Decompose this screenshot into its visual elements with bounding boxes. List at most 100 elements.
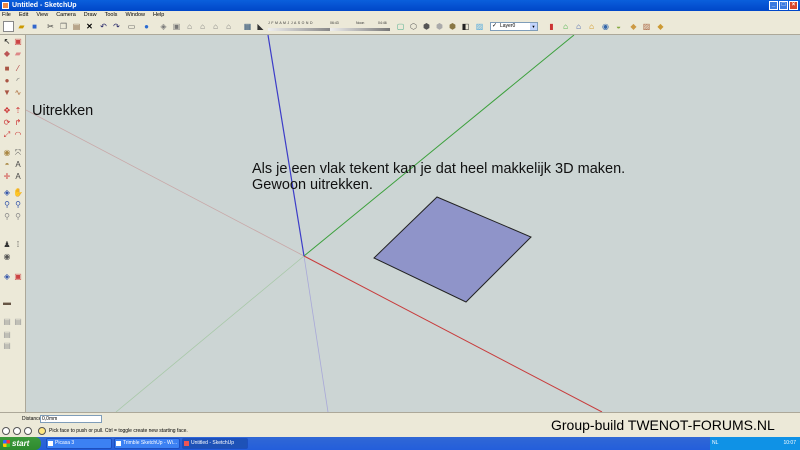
smoove-icon[interactable]: ▤ xyxy=(2,317,12,327)
scale-icon[interactable]: ⤢ xyxy=(2,130,12,140)
freehand-icon[interactable]: ∿ xyxy=(13,88,23,98)
cut-icon[interactable]: ✂ xyxy=(45,21,56,32)
circle-icon[interactable]: ● xyxy=(2,76,12,86)
credits-icon[interactable] xyxy=(13,427,21,435)
orbit-icon[interactable]: ◈ xyxy=(2,188,12,198)
monochrome-style-icon[interactable]: ◧ xyxy=(460,21,471,32)
erase-icon[interactable]: ✕ xyxy=(84,21,95,32)
user-icon[interactable] xyxy=(24,427,32,435)
menu-camera[interactable]: Camera xyxy=(56,11,76,19)
menu-file[interactable]: File xyxy=(2,11,11,19)
add-detail-icon[interactable]: ▤ xyxy=(2,341,12,351)
maximize-button[interactable]: □ xyxy=(779,1,788,10)
position-camera-icon[interactable]: ♟ xyxy=(2,240,12,250)
shadow-date-slider[interactable]: J F M A M J J A S O N D xyxy=(268,20,330,33)
add-location-icon[interactable]: ◒ xyxy=(613,21,624,32)
get-photo-texture-icon[interactable]: ◆ xyxy=(655,21,666,32)
shadow-settings-icon[interactable]: ▦ xyxy=(242,21,253,32)
look-around-icon[interactable]: ◉ xyxy=(2,252,12,262)
zoom-window-icon[interactable]: ⚲ xyxy=(13,200,23,210)
minimize-button[interactable]: _ xyxy=(769,1,778,10)
wireframe-style-icon[interactable]: ⬡ xyxy=(408,21,419,32)
front-view-icon[interactable]: ⌂ xyxy=(184,21,195,32)
3d-text-icon[interactable]: A xyxy=(13,172,23,182)
walk-icon[interactable]: ⁞ xyxy=(13,240,23,250)
text-tool-icon[interactable]: A xyxy=(13,160,23,170)
rectangle-face[interactable] xyxy=(373,196,532,303)
photo-texture-icon[interactable]: ▨ xyxy=(641,21,652,32)
save-icon[interactable]: ■ xyxy=(29,21,40,32)
paste-icon[interactable]: ▤ xyxy=(71,21,82,32)
zoom-extents-icon[interactable]: ⚲ xyxy=(13,212,23,222)
left-view-icon[interactable]: ⌂ xyxy=(223,21,234,32)
right-view-icon[interactable]: ⌂ xyxy=(197,21,208,32)
protractor-icon[interactable]: ◓ xyxy=(2,160,12,170)
drape-icon[interactable]: ▤ xyxy=(2,330,12,340)
share-model-icon[interactable]: ⌂ xyxy=(573,21,584,32)
previous-view-icon[interactable]: ⚲ xyxy=(2,212,12,222)
model-info-icon[interactable]: ● xyxy=(141,21,152,32)
menu-tools[interactable]: Tools xyxy=(105,11,118,19)
new-file-icon[interactable] xyxy=(3,21,14,32)
back-view-icon[interactable]: ⌂ xyxy=(210,21,221,32)
menu-help[interactable]: Help xyxy=(153,11,164,19)
select-arrow-icon[interactable]: ↖ xyxy=(2,37,12,47)
axes-icon[interactable]: ✛ xyxy=(2,172,12,182)
shadow-time-slider[interactable]: 06:43 Noon 04:46 xyxy=(330,20,390,33)
xray-style-icon[interactable]: ▢ xyxy=(395,21,406,32)
display-section-icon[interactable]: ▣ xyxy=(13,272,23,282)
undo-icon[interactable]: ↶ xyxy=(98,21,109,32)
rotate-icon[interactable]: ⟳ xyxy=(2,118,12,128)
print-icon[interactable]: ▭ xyxy=(126,21,137,32)
start-button[interactable]: start xyxy=(0,437,41,450)
zoom-icon[interactable]: ⚲ xyxy=(2,200,12,210)
geo-location-icon[interactable] xyxy=(2,427,10,435)
push-pull-icon[interactable]: ⇡ xyxy=(13,106,23,116)
sandbox-icon[interactable]: ▬ xyxy=(2,298,12,308)
open-folder-icon[interactable]: ▰ xyxy=(16,21,27,32)
follow-me-icon[interactable]: ↱ xyxy=(13,118,23,128)
menu-edit[interactable]: Edit xyxy=(19,11,28,19)
layer-manager-icon[interactable]: ▨ xyxy=(474,21,485,32)
menu-view[interactable]: View xyxy=(36,11,48,19)
google-earth-icon[interactable]: ◉ xyxy=(600,21,611,32)
layer-dropdown[interactable]: ✓ Layer0 ▼ xyxy=(490,22,538,31)
move-icon[interactable]: ✥ xyxy=(2,106,12,116)
pan-hand-icon[interactable]: ✋ xyxy=(13,188,23,198)
line-pencil-icon[interactable]: ⁄ xyxy=(13,64,23,74)
redo-icon[interactable]: ↷ xyxy=(111,21,122,32)
close-button[interactable]: × xyxy=(789,1,798,10)
menu-draw[interactable]: Draw xyxy=(84,11,97,19)
tape-measure-icon[interactable]: ◉ xyxy=(2,148,12,158)
share-component-icon[interactable]: ⌂ xyxy=(586,21,597,32)
language-indicator[interactable]: NL xyxy=(712,437,718,450)
measurements-input[interactable]: 0,0mm xyxy=(40,415,102,423)
make-component-icon[interactable]: ▣ xyxy=(13,37,23,47)
task-trimble-sketchup[interactable]: Trimble SketchUp - Wi... xyxy=(114,438,180,449)
paint-bucket-icon[interactable]: ◆ xyxy=(2,49,12,59)
hidden-line-style-icon[interactable]: ⬢ xyxy=(421,21,432,32)
stamp-icon[interactable]: ▤ xyxy=(13,317,23,327)
layers-panel-icon[interactable]: ▮ xyxy=(546,21,557,32)
clock[interactable]: 10:07 xyxy=(783,437,796,450)
drawing-viewport[interactable]: Uitrekken Als je een vlak tekent kan je … xyxy=(26,35,800,412)
iso-view-icon[interactable]: ◈ xyxy=(158,21,169,32)
get-models-icon[interactable]: ⌂ xyxy=(560,21,571,32)
task-untitled-sketchup[interactable]: Untitled - SketchUp xyxy=(182,438,248,449)
menu-window[interactable]: Window xyxy=(125,11,145,19)
help-icon[interactable] xyxy=(38,427,46,435)
copy-icon[interactable]: ❐ xyxy=(58,21,69,32)
shaded-style-icon[interactable]: ⬢ xyxy=(434,21,445,32)
shaded-textures-style-icon[interactable]: ⬢ xyxy=(447,21,458,32)
display-shadows-icon[interactable]: ◣ xyxy=(255,21,266,32)
extension-warehouse-icon[interactable]: ◆ xyxy=(628,21,639,32)
task-picasa[interactable]: Picasa 3 xyxy=(46,438,112,449)
section-plane-icon[interactable]: ◈ xyxy=(2,272,12,282)
top-view-icon[interactable]: ▣ xyxy=(171,21,182,32)
rectangle-icon[interactable]: ■ xyxy=(2,64,12,74)
offset-icon[interactable]: ◠ xyxy=(13,130,23,140)
polygon-icon[interactable]: ▼ xyxy=(2,88,12,98)
eraser-icon[interactable]: ▰ xyxy=(13,49,23,59)
chevron-down-icon[interactable]: ▼ xyxy=(530,23,537,30)
arc-icon[interactable]: ◜ xyxy=(13,76,23,86)
